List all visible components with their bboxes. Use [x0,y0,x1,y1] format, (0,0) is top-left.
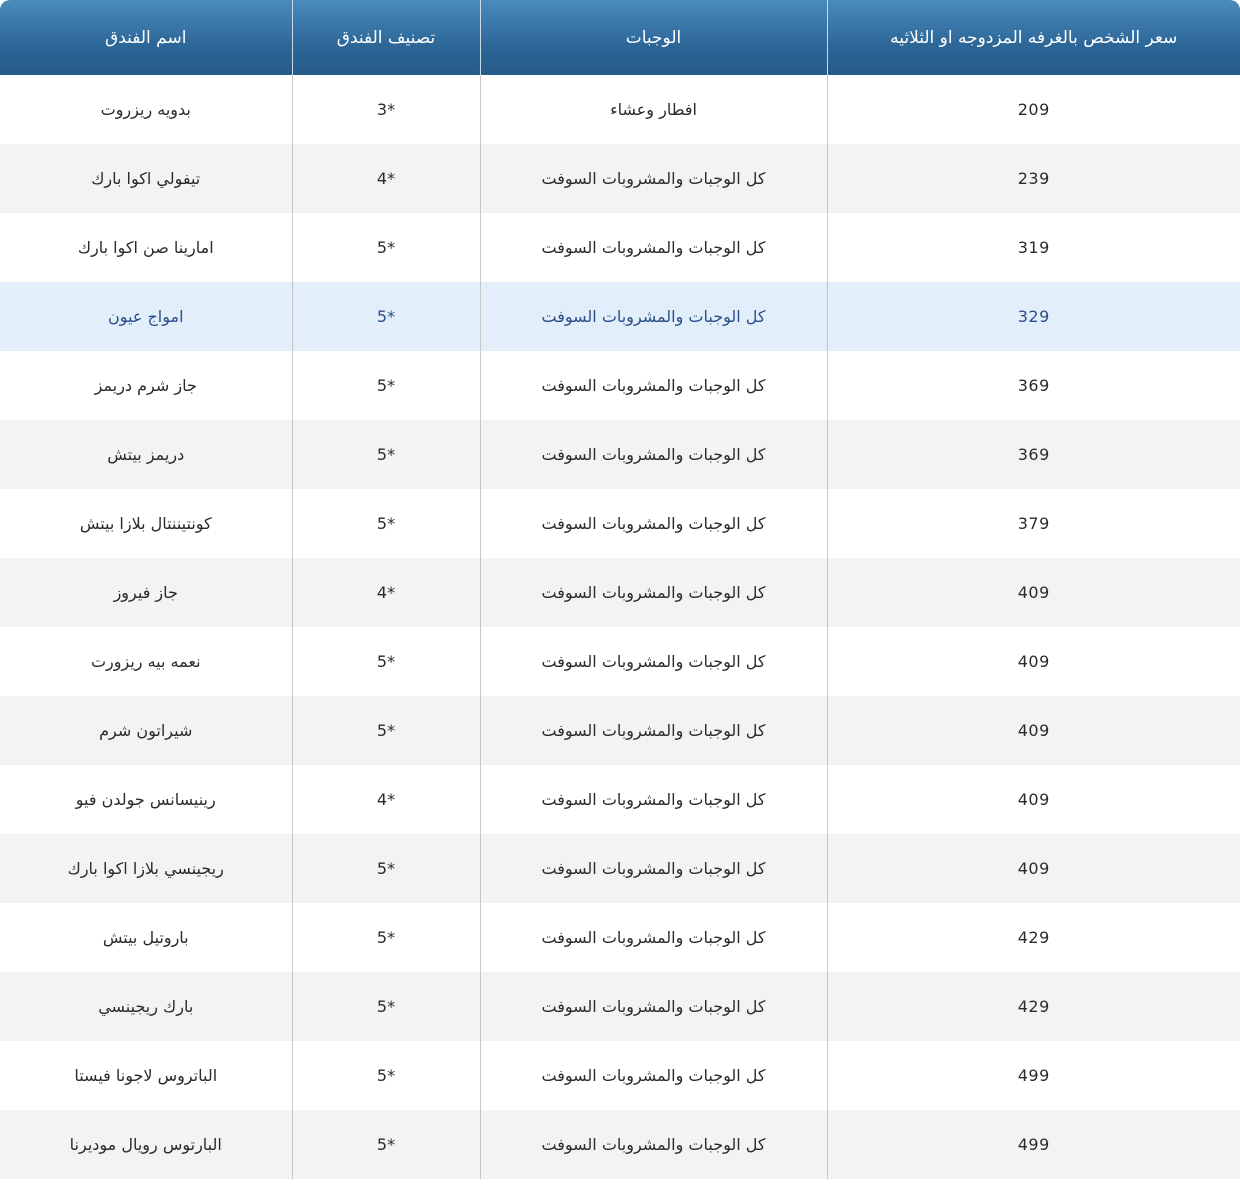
rating-cell: 5* [291,420,480,489]
rating-cell: 5* [291,834,480,903]
table-row[interactable]: 369 كل الوجبات والمشروبات السوفت 5* جاز شرم… [0,351,1240,420]
hotel-name-cell: بدويه ريزروت [0,75,292,144]
table-row[interactable]: 369 كل الوجبات والمشروبات السوفت 5* دريمز ب… [0,420,1240,489]
table-row[interactable]: 409 كل الوجبات والمشروبات السوفت 5* شيراتون… [0,696,1240,765]
rating-cell: 5* [291,972,480,1041]
hotel-name-cell: دريمز بيتش [0,420,292,489]
price-cell: 329 [826,282,1240,351]
column-header-rating[interactable]: تصنيف الفندق [291,0,480,75]
hotel-name-cell: بارك ريجينسي [0,972,292,1041]
hotel-name-cell: نعمه بيه ريزورت [0,627,292,696]
hotel-name-cell: امواج عيون [0,282,292,351]
meals-cell: كل الوجبات والمشروبات السوفت [479,834,827,903]
rating-cell: 5* [291,1110,480,1179]
hotel-name-cell: تيفولي اكوا بارك [0,144,292,213]
price-cell: 369 [826,351,1240,420]
table-row[interactable]: 409 كل الوجبات والمشروبات السوفت 5* ريجينسي… [0,834,1240,903]
meals-cell: كل الوجبات والمشروبات السوفت [479,1041,827,1110]
hotel-name-cell: باروتيل بيتش [0,903,292,972]
hotel-price-table-container: سعر الشخص بالغرفه المزدوجه او الثلاثيه ا… [0,0,1240,1184]
rating-cell: 4* [291,144,480,213]
hotel-name-cell: كونتيننتال بلازا بيتش [0,489,292,558]
price-cell: 409 [826,765,1240,834]
rating-cell: 5* [291,213,480,282]
meals-cell: كل الوجبات والمشروبات السوفت [479,489,827,558]
hotel-name-cell: جاز فيروز [0,558,292,627]
meals-cell: كل الوجبات والمشروبات السوفت [479,627,827,696]
table-row[interactable]: 409 كل الوجبات والمشروبات السوفت 4* جاز فير… [0,558,1240,627]
table-header: سعر الشخص بالغرفه المزدوجه او الثلاثيه ا… [0,0,1240,75]
meals-cell: كل الوجبات والمشروبات السوفت [479,903,827,972]
price-cell: 209 [826,75,1240,144]
table-row[interactable]: 499 كل الوجبات والمشروبات السوفت 5* البارتو… [0,1110,1240,1179]
meals-cell: كل الوجبات والمشروبات السوفت [479,351,827,420]
meals-cell: كل الوجبات والمشروبات السوفت [479,765,827,834]
price-cell: 319 [826,213,1240,282]
price-cell: 239 [826,144,1240,213]
hotel-name-cell: امارينا صن اكوا بارك [0,213,292,282]
rating-cell: 4* [291,765,480,834]
meals-cell: كل الوجبات والمشروبات السوفت [479,420,827,489]
hotel-name-cell: البارتوس رويال موديرنا [0,1110,292,1179]
hotel-name-cell: جاز شرم دريمز [0,351,292,420]
hotel-price-table: سعر الشخص بالغرفه المزدوجه او الثلاثيه ا… [0,0,1240,1179]
meals-cell: كل الوجبات والمشروبات السوفت [479,696,827,765]
price-cell: 379 [826,489,1240,558]
column-header-meals[interactable]: الوجبات [479,0,827,75]
hotel-name-cell: الباتروس لاجونا فيستا [0,1041,292,1110]
hotel-name-cell: ريجينسي بلازا اكوا بارك [0,834,292,903]
rating-cell: 5* [291,1041,480,1110]
rating-cell: 4* [291,558,480,627]
hotel-name-cell: شيراتون شرم [0,696,292,765]
hotel-name-cell: رينيسانس جولدن فيو [0,765,292,834]
header-row: سعر الشخص بالغرفه المزدوجه او الثلاثيه ا… [0,0,1240,75]
price-cell: 429 [826,972,1240,1041]
meals-cell: كل الوجبات والمشروبات السوفت [479,213,827,282]
table-body: 209 افطار وعشاء 3* بدويه ريزروت 239 كل الوجبا… [0,75,1240,1179]
rating-cell: 5* [291,627,480,696]
meals-cell: كل الوجبات والمشروبات السوفت [479,1110,827,1179]
meals-cell: كل الوجبات والمشروبات السوفت [479,972,827,1041]
price-cell: 499 [826,1110,1240,1179]
meals-cell: كل الوجبات والمشروبات السوفت [479,144,827,213]
meals-cell: كل الوجبات والمشروبات السوفت [479,558,827,627]
price-cell: 409 [826,696,1240,765]
rating-cell: 5* [291,282,480,351]
table-row[interactable]: 379 كل الوجبات والمشروبات السوفت 5* كونتينن… [0,489,1240,558]
rating-cell: 5* [291,351,480,420]
meals-cell: كل الوجبات والمشروبات السوفت [479,282,827,351]
rating-cell: 5* [291,489,480,558]
table-row[interactable]: 409 كل الوجبات والمشروبات السوفت 4* رينيسان… [0,765,1240,834]
meals-cell: افطار وعشاء [479,75,827,144]
price-cell: 429 [826,903,1240,972]
rating-cell: 5* [291,903,480,972]
table-row[interactable]: 329 كل الوجبات والمشروبات السوفت 5* امواج ع… [0,282,1240,351]
price-cell: 409 [826,627,1240,696]
column-header-price[interactable]: سعر الشخص بالغرفه المزدوجه او الثلاثيه [826,0,1240,75]
price-cell: 369 [826,420,1240,489]
rating-cell: 3* [291,75,480,144]
table-row[interactable]: 319 كل الوجبات والمشروبات السوفت 5* امارينا… [0,213,1240,282]
table-row[interactable]: 239 كل الوجبات والمشروبات السوفت 4* تيفولي … [0,144,1240,213]
table-row[interactable]: 429 كل الوجبات والمشروبات السوفت 5* بارك ري… [0,972,1240,1041]
price-cell: 409 [826,558,1240,627]
price-cell: 409 [826,834,1240,903]
table-row[interactable]: 499 كل الوجبات والمشروبات السوفت 5* الباترو… [0,1041,1240,1110]
table-row[interactable]: 409 كل الوجبات والمشروبات السوفت 5* نعمه بي… [0,627,1240,696]
table-row[interactable]: 429 كل الوجبات والمشروبات السوفت 5* باروتيل… [0,903,1240,972]
table-row[interactable]: 209 افطار وعشاء 3* بدويه ريزروت [0,75,1240,144]
price-cell: 499 [826,1041,1240,1110]
rating-cell: 5* [291,696,480,765]
column-header-hotel-name[interactable]: اسم الفندق [0,0,292,75]
